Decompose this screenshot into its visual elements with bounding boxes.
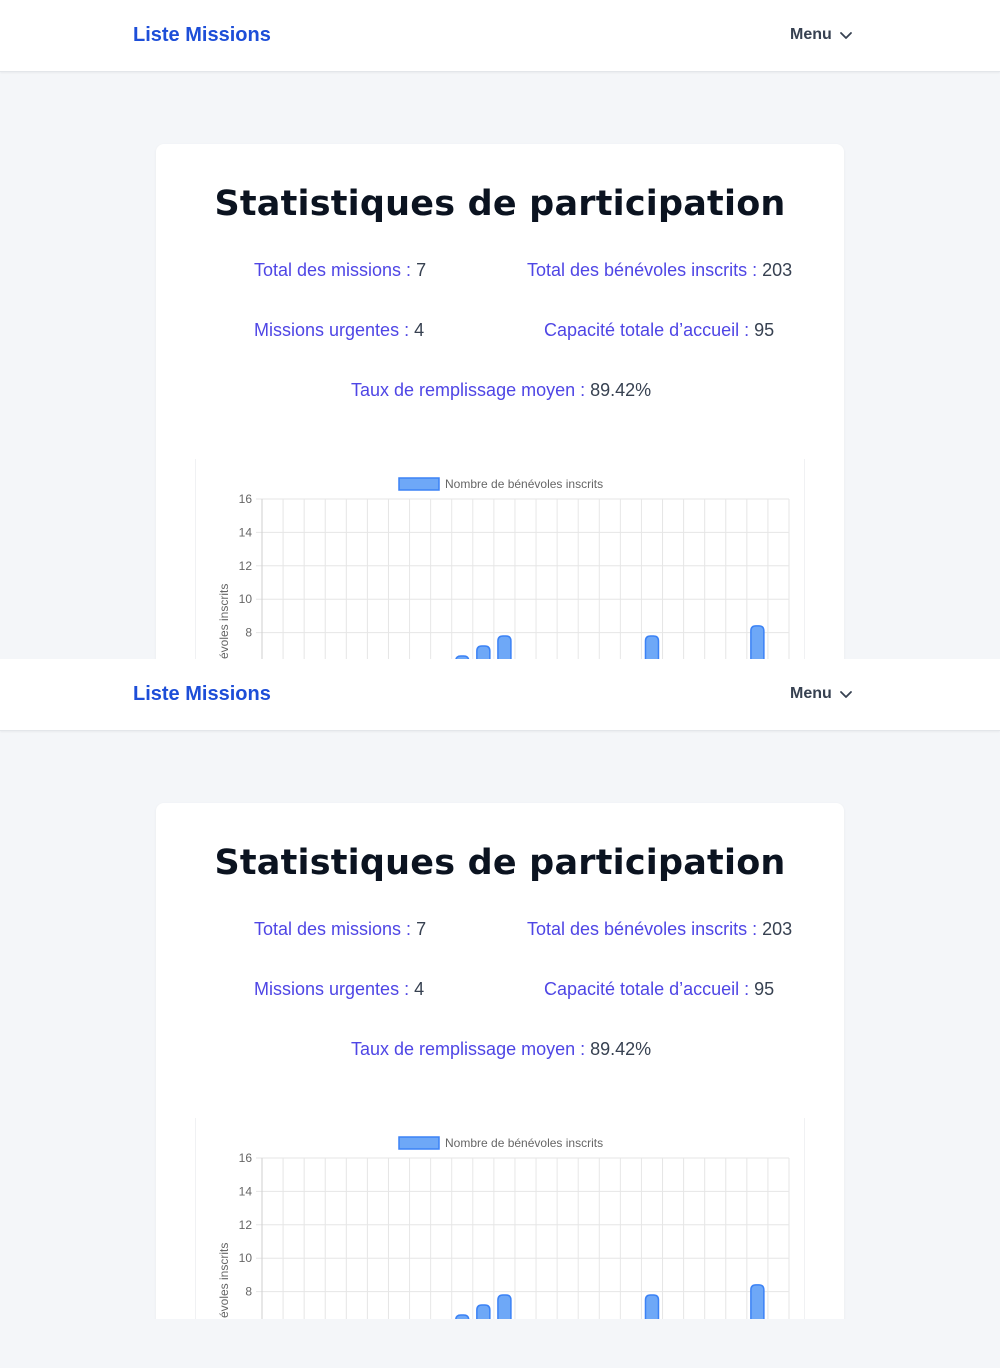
bar (644, 1294, 660, 1319)
stat-fill-rate: Taux de remplissage moyen : 89.42% (351, 1039, 651, 1060)
participation-chart: Nombre de bénévoles inscrits 16 14 12 10 8 évo… (195, 459, 805, 660)
y-axis-title: évoles inscrits (217, 1243, 231, 1318)
y-tick-label: 14 (239, 525, 253, 539)
chevron-down-icon (839, 32, 852, 39)
stat-value: 7 (416, 919, 427, 939)
chevron-down-icon (839, 691, 852, 698)
stat-label: Total des missions : (254, 919, 412, 939)
stat-label: Missions urgentes : (254, 979, 410, 999)
stat-capacity: Capacité totale d’accueil : 95 (544, 979, 774, 1000)
bar (497, 635, 512, 660)
stats-card: Statistiques de participation Total des … (156, 144, 844, 660)
stat-label: Capacité totale d’accueil : (544, 979, 750, 999)
stat-label: Total des bénévoles inscrits : (527, 260, 758, 280)
stat-label: Capacité totale d’accueil : (544, 320, 750, 340)
y-tick-label: 12 (239, 1218, 253, 1232)
stat-value: 7 (416, 260, 427, 280)
stat-label: Total des bénévoles inscrits : (527, 919, 758, 939)
bar-chart: Nombre de bénévoles inscrits 16 14 12 10 8 évo… (217, 1136, 790, 1319)
stat-value: 95 (754, 320, 775, 340)
stat-value: 203 (762, 919, 793, 939)
y-tick-label: 10 (239, 1251, 253, 1265)
bar (644, 635, 660, 660)
stat-label: Taux de remplissage moyen : (351, 1039, 586, 1059)
stat-value: 95 (754, 979, 775, 999)
viewport-bottom: Liste Missions Menu Statistiques de part… (0, 659, 1000, 1319)
y-tick-label: 12 (239, 559, 253, 573)
stat-value: 89.42% (590, 380, 652, 400)
page-title: Statistiques de participation (214, 843, 786, 883)
menu-dropdown[interactable]: Menu (790, 26, 854, 44)
menu-dropdown[interactable]: Menu (790, 685, 854, 703)
menu-label: Menu (790, 685, 832, 702)
navbar: Liste Missions Menu (0, 659, 1000, 731)
stat-label: Total des missions : (254, 260, 412, 280)
y-tick-label: 14 (239, 1184, 253, 1198)
stat-value: 203 (762, 260, 793, 280)
stat-urgent-missions: Missions urgentes : 4 (254, 320, 424, 341)
bar (750, 625, 765, 660)
stats-card: Statistiques de participation Total des … (156, 803, 844, 1319)
menu-label: Menu (790, 26, 832, 43)
bar (750, 1284, 765, 1319)
stat-total-volunteers: Total des bénévoles inscrits : 203 (527, 919, 792, 940)
stat-total-volunteers: Total des bénévoles inscrits : 203 (527, 260, 792, 281)
bar (497, 1294, 512, 1319)
navbar: Liste Missions Menu (0, 0, 1000, 72)
y-tick-label: 16 (239, 1151, 253, 1165)
viewport-top: Liste Missions Menu Statistiques de part… (0, 0, 1000, 660)
y-tick-label: 8 (245, 1285, 252, 1299)
bar (476, 1304, 491, 1319)
legend-label: Nombre de bénévoles inscrits (445, 477, 603, 491)
stat-urgent-missions: Missions urgentes : 4 (254, 979, 424, 1000)
y-tick-label: 10 (239, 592, 253, 606)
legend-swatch (398, 477, 440, 491)
stat-label: Missions urgentes : (254, 320, 410, 340)
brand-link[interactable]: Liste Missions (133, 24, 271, 47)
stat-value: 89.42% (590, 1039, 652, 1059)
bar (455, 1314, 470, 1319)
stat-fill-rate: Taux de remplissage moyen : 89.42% (351, 380, 651, 401)
brand-link[interactable]: Liste Missions (133, 683, 271, 706)
stat-value: 4 (414, 979, 425, 999)
stat-capacity: Capacité totale d’accueil : 95 (544, 320, 774, 341)
stat-total-missions: Total des missions : 7 (254, 919, 426, 940)
y-axis-title: évoles inscrits (217, 584, 231, 659)
y-tick-label: 16 (239, 492, 253, 506)
stat-label: Taux de remplissage moyen : (351, 380, 586, 400)
bar (476, 645, 491, 660)
stat-value: 4 (414, 320, 425, 340)
y-tick-label: 8 (245, 626, 252, 640)
legend-swatch (398, 1136, 440, 1150)
stat-total-missions: Total des missions : 7 (254, 260, 426, 281)
page-title: Statistiques de participation (214, 184, 786, 224)
participation-chart: Nombre de bénévoles inscrits 16 14 12 10 8 évo… (195, 1118, 805, 1319)
bar-chart: Nombre de bénévoles inscrits 16 14 12 10 8 évo… (217, 477, 790, 660)
legend-label: Nombre de bénévoles inscrits (445, 1136, 603, 1150)
